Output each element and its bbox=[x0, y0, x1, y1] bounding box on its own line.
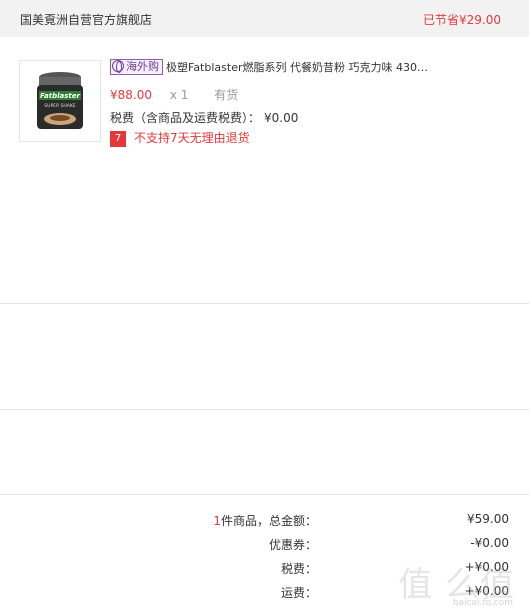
order-item: Fatblaster SUPER SHAKE 海外购 极塑Fatblaster燃脂… bbox=[0, 37, 529, 302]
section-divider bbox=[0, 409, 529, 410]
summary-tax-label: 税费： bbox=[280, 562, 317, 576]
item-count: 1 bbox=[213, 514, 221, 528]
overseas-badge: 海外购 bbox=[110, 59, 163, 75]
product-title[interactable]: 极塑Fatblaster燃脂系列 代餐奶昔粉 巧克力味 430… bbox=[166, 59, 428, 75]
no-return-notice: 7 不支持7天无理由退货 bbox=[110, 129, 250, 147]
product-quantity: x 1 bbox=[169, 88, 189, 102]
globe-icon bbox=[112, 60, 124, 73]
watermark-url: baicai.fo.com bbox=[452, 598, 513, 608]
product-tax-value: ¥0.00 bbox=[264, 111, 299, 125]
product-price-row: ¥88.00 x 1 有货 bbox=[110, 86, 238, 103]
summary-total-row: 1件商品，总金额： ¥59.00 bbox=[0, 509, 529, 531]
summary-discount-row: 优惠券： -¥0.00 bbox=[0, 533, 529, 555]
stock-status: 有货 bbox=[214, 88, 239, 102]
product-image[interactable]: Fatblaster SUPER SHAKE bbox=[19, 60, 101, 142]
no-return-text: 不支持7天无理由退货 bbox=[134, 131, 250, 145]
store-header: 国美覔洲自营官方旗舰店 已节省¥29.00 bbox=[0, 0, 529, 37]
summary-discount-label: 优惠券： bbox=[268, 538, 317, 552]
summary-discount-value: -¥0.00 bbox=[470, 536, 509, 550]
store-saving: 已节省¥29.00 bbox=[423, 13, 501, 27]
product-brand-text: Fatblaster bbox=[40, 92, 80, 100]
product-tax-label: 税费（含商品及运费税费）： bbox=[110, 111, 261, 125]
summary-total-label: 1件商品，总金额： bbox=[213, 512, 317, 529]
product-tax-row: 税费（含商品及运费税费）： ¥0.00 bbox=[110, 109, 298, 126]
product-caption-text: SUPER SHAKE bbox=[44, 103, 76, 109]
product-price: ¥88.00 bbox=[110, 88, 152, 102]
section-divider bbox=[0, 494, 529, 495]
product-title-row: 海外购 极塑Fatblaster燃脂系列 代餐奶昔粉 巧克力味 430… bbox=[110, 59, 520, 77]
section-divider bbox=[0, 303, 529, 304]
store-name[interactable]: 国美覔洲自营官方旗舰店 bbox=[20, 11, 152, 28]
summary-shipping-label: 运费： bbox=[280, 586, 317, 600]
product-jar-illustration: Fatblaster SUPER SHAKE bbox=[37, 72, 83, 129]
items-label: 件商品，总金额： bbox=[220, 514, 317, 528]
summary-total-value: ¥59.00 bbox=[467, 512, 509, 526]
no-return-icon: 7 bbox=[110, 130, 126, 147]
overseas-badge-label: 海外购 bbox=[126, 60, 159, 73]
